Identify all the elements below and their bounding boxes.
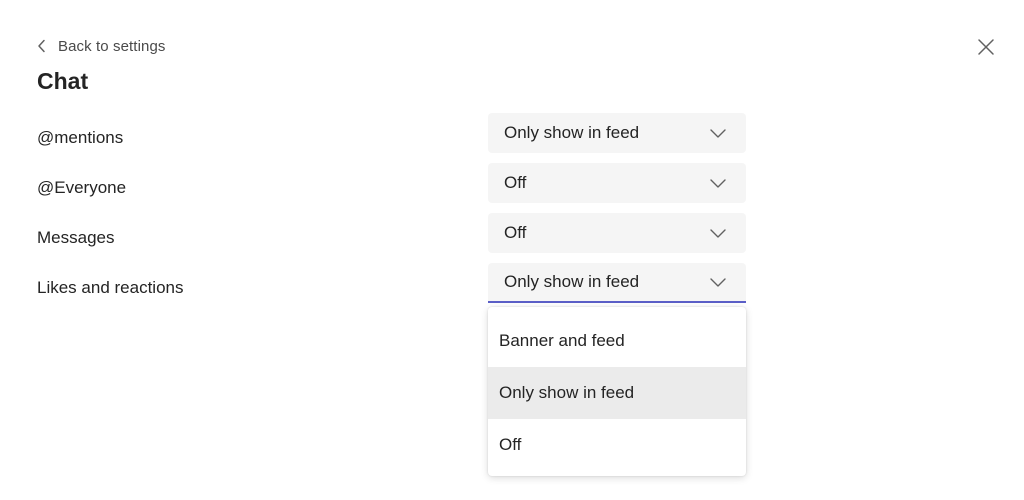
row-label-everyone: @Everyone — [37, 178, 127, 197]
select-value: Only show in feed — [504, 272, 640, 291]
chevron-left-icon — [37, 39, 46, 53]
messages-select[interactable]: Off — [488, 213, 746, 253]
likes-and-reactions-select[interactable]: Only show in feed — [488, 263, 746, 303]
dropdown-menu: Banner and feed Only show in feed Off — [488, 307, 746, 476]
select-value: Off — [504, 223, 527, 242]
chevron-down-icon — [710, 277, 730, 287]
dropdown-option-banner-and-feed[interactable]: Banner and feed — [488, 315, 746, 367]
row-label-mentions: @mentions — [37, 128, 124, 147]
page-title: Chat — [37, 68, 89, 94]
mentions-select[interactable]: Only show in feed — [488, 113, 746, 153]
back-to-settings-label: Back to settings — [58, 37, 166, 55]
close-icon — [977, 38, 995, 56]
close-button[interactable] — [975, 36, 997, 58]
row-label-likes-and-reactions: Likes and reactions — [37, 278, 184, 297]
row-label-messages: Messages — [37, 228, 115, 247]
chevron-down-icon — [710, 228, 730, 238]
dropdown-option-off[interactable]: Off — [488, 419, 746, 471]
chevron-down-icon — [710, 128, 730, 138]
everyone-select[interactable]: Off — [488, 163, 746, 203]
select-value: Only show in feed — [504, 123, 640, 142]
dropdown-option-only-show-in-feed[interactable]: Only show in feed — [488, 367, 746, 419]
select-value: Off — [504, 173, 527, 192]
chevron-down-icon — [710, 178, 730, 188]
back-to-settings-link[interactable]: Back to settings — [37, 36, 166, 56]
